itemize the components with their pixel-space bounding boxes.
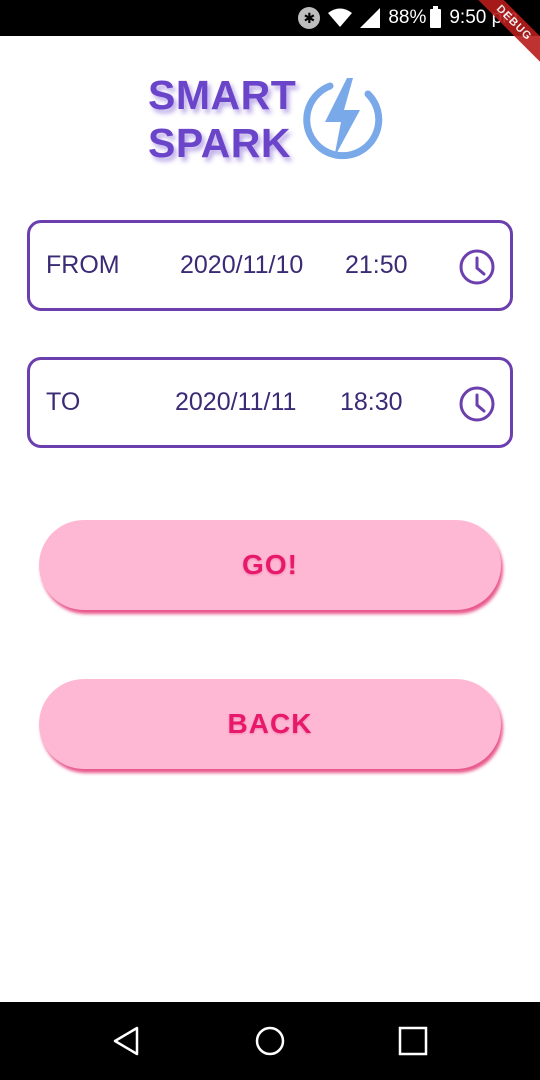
wifi-icon [328, 8, 353, 28]
go-button[interactable]: GO! [39, 520, 501, 610]
battery-indicator: 88% [388, 5, 442, 29]
battery-icon [430, 5, 442, 28]
clock-icon[interactable] [458, 248, 496, 286]
status-bar: ✱ 88% 9:50 pm [0, 0, 540, 36]
from-datetime-field[interactable]: FROM 2020/11/10 21:50 [27, 220, 513, 311]
from-time: 21:50 [345, 251, 408, 279]
clock-icon[interactable] [458, 385, 496, 423]
lightning-bolt-icon [300, 72, 384, 167]
screen: ✱ 88% 9:50 pm DEBUG SMART SPARK FROM 202… [0, 0, 540, 1080]
nav-recents-icon[interactable] [396, 1024, 430, 1058]
back-button[interactable]: BACK [39, 679, 501, 769]
bluetooth-icon: ✱ [298, 7, 321, 29]
to-date: 2020/11/11 [175, 388, 297, 416]
signal-icon [360, 8, 381, 28]
logo-line-spark: SPARK [148, 120, 291, 166]
nav-back-icon[interactable] [110, 1024, 144, 1058]
nav-home-icon[interactable] [253, 1024, 287, 1058]
logo-text: SMART SPARK [148, 71, 296, 167]
from-label: FROM [46, 251, 120, 279]
to-time: 18:30 [340, 388, 403, 416]
system-nav-bar [0, 1002, 540, 1080]
from-date: 2020/11/10 [180, 251, 304, 279]
to-datetime-field[interactable]: TO 2020/11/11 18:30 [27, 357, 513, 448]
app-logo: SMART SPARK [148, 64, 398, 174]
battery-percent: 88% [388, 7, 427, 28]
logo-line-smart: SMART [148, 72, 297, 118]
to-label: TO [46, 388, 81, 416]
